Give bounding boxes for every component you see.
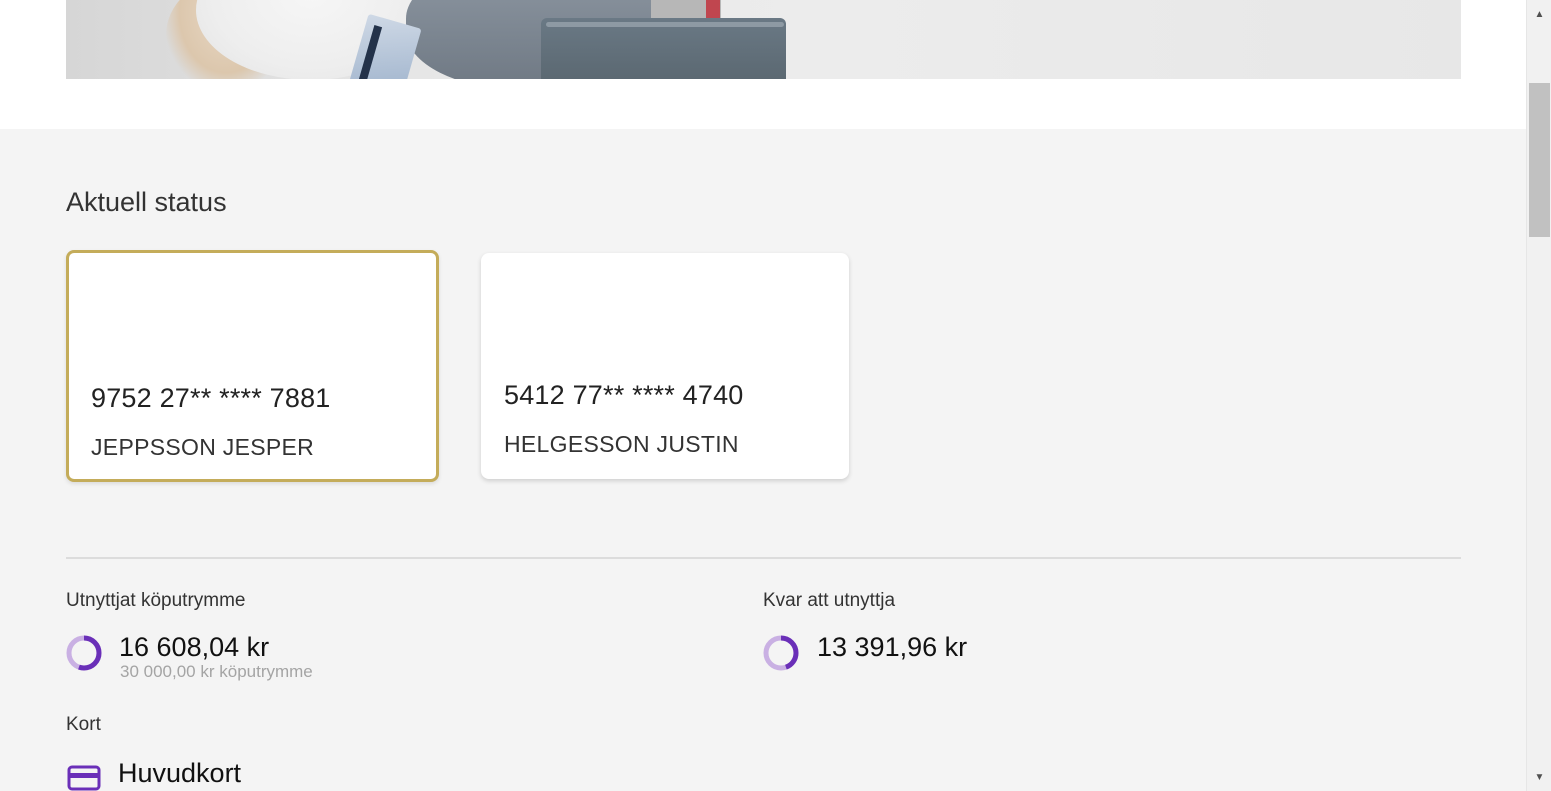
status-section: Aktuell status 9752 27** **** 7881 JEPPS… bbox=[0, 129, 1526, 791]
hero-image bbox=[66, 0, 1461, 79]
scroll-down-button[interactable]: ▼ bbox=[1527, 763, 1551, 791]
triangle-down-icon: ▼ bbox=[1534, 771, 1545, 783]
vertical-scrollbar[interactable]: ▲ ▼ bbox=[1526, 0, 1551, 791]
card-holder: HELGESSON JUSTIN bbox=[504, 431, 739, 457]
triangle-up-icon: ▲ bbox=[1534, 8, 1545, 20]
used-credit-amount: 16 608,04 kr bbox=[119, 632, 270, 662]
donut-progress-icon bbox=[763, 635, 799, 671]
credit-card-icon bbox=[67, 765, 101, 791]
kort-label: Kort bbox=[66, 714, 101, 735]
card-number: 9752 27** **** 7881 bbox=[91, 383, 331, 413]
card-number: 5412 77** **** 4740 bbox=[504, 380, 744, 410]
card-helgesson[interactable]: 5412 77** **** 4740 HELGESSON JUSTIN bbox=[481, 253, 849, 479]
remaining-credit-amount: 13 391,96 kr bbox=[817, 632, 968, 662]
hero-band bbox=[0, 0, 1526, 129]
used-credit-label: Utnyttjat köputrymme bbox=[66, 590, 246, 611]
card-jeppsson[interactable]: 9752 27** **** 7881 JEPPSSON JESPER bbox=[66, 250, 439, 482]
card-holder: JEPPSSON JESPER bbox=[91, 434, 315, 460]
scroll-thumb[interactable] bbox=[1529, 83, 1550, 237]
credit-limit-text: 30 000,00 kr köputrymme bbox=[120, 662, 313, 681]
donut-progress-icon bbox=[66, 635, 102, 671]
divider bbox=[66, 557, 1461, 559]
scroll-up-button[interactable]: ▲ bbox=[1527, 0, 1551, 28]
page: Aktuell status 9752 27** **** 7881 JEPPS… bbox=[0, 0, 1526, 791]
section-title: Aktuell status bbox=[66, 187, 227, 217]
kort-name: Huvudkort bbox=[118, 758, 242, 788]
remaining-credit-label: Kvar att utnyttja bbox=[763, 590, 896, 611]
